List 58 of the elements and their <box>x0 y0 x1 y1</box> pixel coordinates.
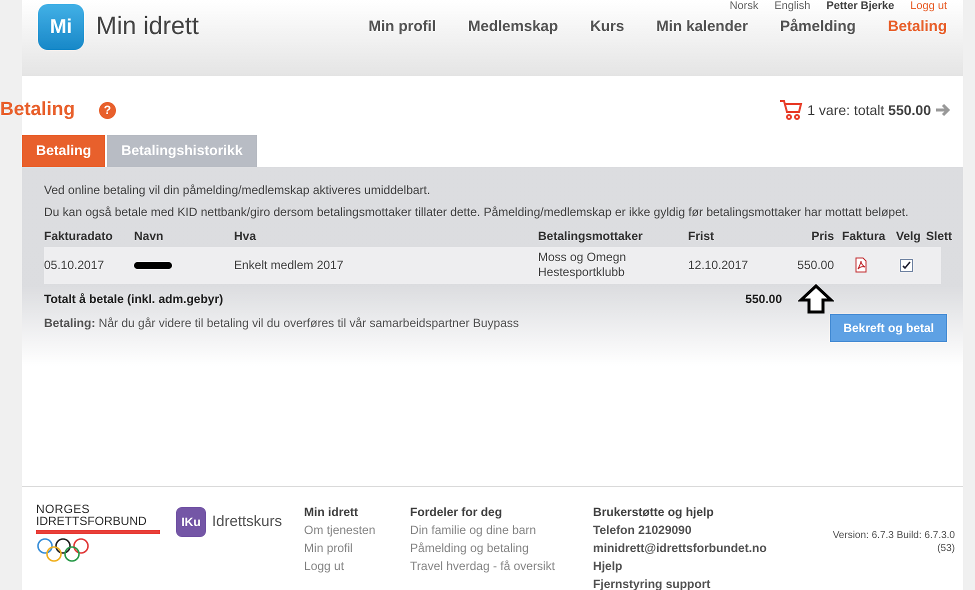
total-label: Totalt å betale (inkl. adm.gebyr) <box>44 290 224 308</box>
footer-link[interactable]: Påmelding og betaling <box>410 539 594 557</box>
arrow-right-icon[interactable] <box>935 103 951 118</box>
footer-heading: Min idrett <box>304 504 360 521</box>
column-header: Frist <box>688 228 716 244</box>
logo-icon: Mi <box>38 4 84 50</box>
table-cell-text: 12.10.2017 <box>688 257 750 274</box>
column-header: Betalingsmottaker <box>538 228 644 244</box>
column-header: Fakturadato <box>44 228 114 244</box>
footer-heading: Fordeler for deg <box>410 504 504 521</box>
select-checkbox[interactable] <box>900 258 913 272</box>
nav-link[interactable]: Min profil <box>368 16 436 38</box>
column-header: Pris <box>810 228 835 244</box>
cart-summary: 1 vare: totalt 550.00 <box>807 100 931 120</box>
top-link[interactable]: Norsk <box>730 0 758 12</box>
top-link[interactable]: Logg ut <box>910 0 947 12</box>
footer-link[interactable]: Hjelp <box>593 557 794 575</box>
pdf-icon[interactable] <box>854 257 868 273</box>
page-title: Betaling <box>0 98 75 122</box>
nav-link[interactable]: Påmelding <box>780 16 856 38</box>
logo-text: Min idrett <box>96 11 199 42</box>
top-link[interactable]: English <box>774 0 810 12</box>
nav-link[interactable]: Medlemskap <box>468 16 558 38</box>
cart-icon[interactable] <box>779 99 804 122</box>
course-logo-icon: IKu <box>176 507 206 537</box>
footer-link[interactable]: Om tjenesten <box>304 521 410 539</box>
info-text: Du kan også betale med KID nettbank/giro dersom betalingsmottaker tillater dette. Påmelding/medlemskap er ikke gyldig før betalingsmottaker har mottatt beløpet. <box>44 204 910 220</box>
table-cell-text: Moss og Omegn Hestesportklubb <box>538 250 628 280</box>
footer-link[interactable]: Min profil <box>304 539 410 557</box>
info-text: Ved online betaling vil din påmelding/medlemskap aktiveres umiddelbart. <box>44 182 432 198</box>
column-header: Hva <box>234 228 258 244</box>
total-amount: 550.00 <box>744 290 783 308</box>
footer-link[interactable]: Logg ut <box>304 557 410 575</box>
footer-heading: Brukerstøtte og hjelp <box>593 504 715 521</box>
top-link[interactable]: Petter Bjerke <box>826 0 894 12</box>
column-header: Velg <box>895 228 922 244</box>
footer-link[interactable]: Din familie og dine barn <box>410 521 594 539</box>
redaction-mark <box>134 262 172 268</box>
table-cell-text: 550.00 <box>796 257 835 274</box>
table-cell-text: Enkelt medlem 2017 <box>234 257 344 274</box>
nav-link[interactable]: Min kalender <box>656 16 748 38</box>
payment-note: Betaling: Når du går videre til betaling vil du overføres til vår samarbeidspartner Buypass <box>44 314 519 332</box>
table-cell-text: 05.10.2017 <box>44 257 106 274</box>
version-text: Version: 6.7.3 Build: 6.7.3.0 <box>832 529 955 542</box>
footer-link[interactable]: minidrett@idrettsforbundet.no <box>593 539 794 557</box>
footer-link[interactable]: Travel hverdag - få oversikt <box>410 557 594 575</box>
version-text: (53) <box>937 542 955 555</box>
column-header: Slett <box>925 228 954 244</box>
column-header: Faktura <box>841 228 886 244</box>
column-header: Navn <box>134 228 164 244</box>
arrow-up-icon <box>798 284 834 314</box>
course-logo-text: Idrettskurs <box>212 512 282 532</box>
help-icon[interactable]: ? <box>98 102 116 119</box>
nav-link[interactable]: Betaling <box>888 16 947 38</box>
footer-link[interactable]: Telefon 21029090 <box>593 521 794 539</box>
tab[interactable]: Betaling <box>22 134 106 166</box>
nav-link[interactable]: Kurs <box>590 16 624 38</box>
federation-logo: NORGES IDRETTSFORBUND <box>36 503 160 563</box>
